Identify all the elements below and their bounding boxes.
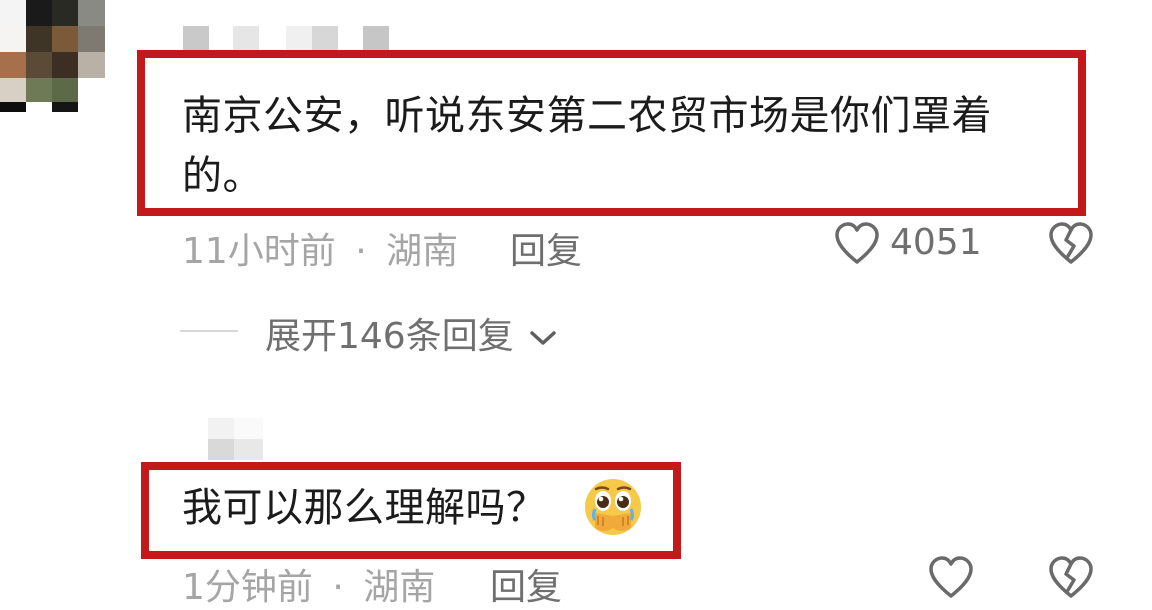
- avatar[interactable]: [0, 0, 105, 214]
- comment-text: 我可以那么理解吗？: [182, 478, 547, 538]
- pleading-face-emoji-icon: [585, 479, 641, 535]
- divider: [180, 330, 238, 332]
- heart-icon[interactable]: [834, 222, 880, 266]
- timestamp: 1分钟前: [182, 567, 313, 608]
- expand-replies-label: 展开146条回复: [265, 316, 514, 357]
- chevron-down-icon: [530, 331, 556, 345]
- location: 湖南: [386, 231, 459, 272]
- broken-heart-icon[interactable]: [1048, 222, 1094, 266]
- comment-text: 南京公安，听说东安第二农贸市场是你们罩着 的。: [182, 86, 1082, 206]
- comment-text-line: 我可以那么理解吗？: [182, 485, 547, 531]
- like-count: 4051: [890, 222, 982, 263]
- username-blurred[interactable]: [208, 418, 263, 460]
- separator: ·: [355, 231, 367, 272]
- reply-button[interactable]: 回复: [510, 222, 582, 274]
- comment-meta: 1分钟前 · 湖南: [182, 558, 435, 610]
- heart-icon[interactable]: [928, 556, 974, 600]
- comment-meta: 11小时前 · 湖南: [182, 222, 458, 274]
- comment-text-line: 的。: [182, 153, 263, 199]
- separator: ·: [332, 567, 344, 608]
- timestamp: 11小时前: [182, 231, 336, 272]
- expand-replies-button[interactable]: 展开146条回复: [265, 307, 557, 359]
- username-blurred[interactable]: [183, 26, 389, 50]
- reply-button[interactable]: 回复: [490, 558, 562, 610]
- location: 湖南: [363, 567, 436, 608]
- comment-text-line: 南京公安，听说东安第二农贸市场是你们罩着: [182, 93, 992, 139]
- broken-heart-icon[interactable]: [1048, 556, 1094, 600]
